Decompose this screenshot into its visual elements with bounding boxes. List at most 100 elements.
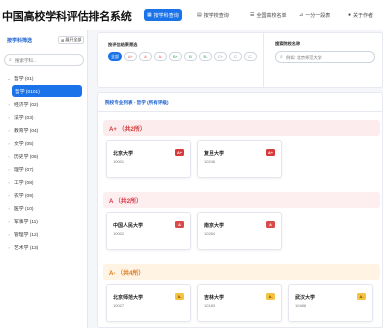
university-name: 中国人民大学 xyxy=(113,223,144,229)
grade-chip-c-plus[interactable]: C+ xyxy=(214,52,227,61)
university-name: 北京大学 xyxy=(113,151,134,157)
sidebar-item-law[interactable]: › 法学 (03) xyxy=(4,111,82,123)
sidebar-item-engineering[interactable]: › 工学 (08) xyxy=(4,176,82,188)
sidebar-item-label: 哲学 (01) xyxy=(14,76,34,82)
sidebar-item-label: 教育学 (04) xyxy=(14,128,39,134)
grade-chip-b-minus[interactable]: B- xyxy=(199,52,212,61)
sidebar-item-label: 文学 (05) xyxy=(14,141,34,147)
sidebar-item-management[interactable]: › 管理学 (12) xyxy=(4,228,82,240)
sidebar-item-literature[interactable]: › 文学 (05) xyxy=(4,137,82,149)
chevron-right-icon: › xyxy=(8,192,10,198)
chevron-right-icon: › xyxy=(8,218,10,224)
sidebar-subitem-philosophy-0101[interactable]: 哲学 (0101) xyxy=(12,85,82,97)
university-card[interactable]: 武汉大学 10486 A- xyxy=(288,284,373,322)
university-card[interactable]: 北京师范大学 10027 A- xyxy=(106,284,191,322)
results-title: 院校专业列表 - 哲学 (所有评级) xyxy=(105,100,169,105)
search-icon: ⌕ xyxy=(280,54,283,60)
chevron-right-icon: › xyxy=(8,140,10,146)
sidebar-item-label: 理学 (07) xyxy=(14,167,34,173)
sidebar-item-label: 经济学 (02) xyxy=(14,102,39,108)
university-code: 10001 xyxy=(113,159,125,164)
grade-badge: A+ xyxy=(175,149,184,156)
grade-chip-b-plus[interactable]: B+ xyxy=(169,52,182,61)
nav-school-list[interactable]: ☰ 全国高校名单 xyxy=(247,9,290,21)
sidebar-item-education[interactable]: › 教育学 (04) xyxy=(4,124,82,136)
university-name: 北京师范大学 xyxy=(113,295,144,301)
university-card[interactable]: 北京大学 10001 A+ xyxy=(106,140,191,178)
sidebar-item-philosophy[interactable]: ⌄ 哲学 (01) xyxy=(4,72,82,84)
university-code: 10486 xyxy=(295,303,307,308)
nav-label: 关于作者 xyxy=(353,12,374,19)
sidebar-item-label: 农学 (09) xyxy=(14,193,34,199)
sidebar-item-label: 医学 (10) xyxy=(14,206,34,212)
app-title: 中国高校学科评估排名系统 xyxy=(2,11,132,23)
search-icon: ⌕ xyxy=(9,57,12,63)
sidebar-heading: 按学科筛选 xyxy=(7,38,33,44)
nav-label: 全国高校名单 xyxy=(256,12,287,19)
nav-label: 按学校查询 xyxy=(203,12,229,19)
sidebar-item-medicine[interactable]: › 医学 (10) xyxy=(4,202,82,214)
sidebar-item-science[interactable]: › 理学 (07) xyxy=(4,163,82,175)
grade-filter-group: 全部 A+ A A- B+ B B- C+ C C- xyxy=(108,52,257,61)
grade-chip-all[interactable]: 全部 xyxy=(108,52,122,61)
results-panel: 院校专业列表 - 哲学 (所有评级) A+ （共2所） 北京大学 10001 A… xyxy=(97,92,383,328)
chevron-right-icon: › xyxy=(8,179,10,185)
chevron-right-icon: › xyxy=(8,231,10,237)
list-icon: ☰ xyxy=(250,12,255,18)
grade-chip-c[interactable]: C xyxy=(229,52,242,61)
grade-badge: A+ xyxy=(266,149,275,156)
nav-subject-query[interactable]: ▦ 按学科查询 xyxy=(144,9,182,21)
nav-about[interactable]: ● 关于作者 xyxy=(345,9,376,21)
nav-score-table[interactable]: ⊿ 一分一段表 xyxy=(296,9,333,21)
grade-group-heading-a-minus: A- （共4所） xyxy=(103,264,380,280)
university-card[interactable]: 南京大学 10284 A xyxy=(197,212,282,250)
university-card[interactable]: 复旦大学 10246 A+ xyxy=(197,140,282,178)
grade-badge: A- xyxy=(175,293,184,300)
chevron-right-icon: › xyxy=(8,101,10,107)
grade-chip-c-minus[interactable]: C- xyxy=(244,52,257,61)
sidebar-item-history[interactable]: › 历史学 (06) xyxy=(4,150,82,162)
user-icon: ● xyxy=(348,12,352,18)
university-code: 10027 xyxy=(113,303,125,308)
app-header: 中国高校学科评估排名系统 ▦ 按学科查询 ▤ 按学校查询 ☰ 全国高校名单 ⊿ … xyxy=(0,0,383,30)
university-card[interactable]: 吉林大学 10183 A- xyxy=(197,284,282,322)
filter-divider xyxy=(263,32,264,88)
nav-label: 按学科查询 xyxy=(153,12,179,19)
nav-label: 一分一段表 xyxy=(305,12,331,19)
grid-icon: ▦ xyxy=(147,12,152,18)
sidebar-item-arts[interactable]: › 艺术学 (13) xyxy=(4,241,82,253)
sidebar-item-label: 历史学 (06) xyxy=(14,154,39,160)
expand-all-button[interactable]: ⊞ 展开全部 xyxy=(58,36,85,44)
university-name: 南京大学 xyxy=(204,223,225,229)
grade-chip-a-minus[interactable]: A- xyxy=(154,52,167,61)
chevron-right-icon: › xyxy=(8,114,10,120)
subject-search[interactable]: ⌕ xyxy=(4,54,84,66)
grade-badge: A- xyxy=(266,293,275,300)
university-code: 10183 xyxy=(204,303,216,308)
grade-badge: A xyxy=(266,221,275,228)
grade-chip-a[interactable]: A xyxy=(139,52,152,61)
sidebar-item-label: 工学 (08) xyxy=(14,180,34,186)
school-search[interactable]: ⌕ xyxy=(275,51,375,63)
sidebar-item-label: 艺术学 (13) xyxy=(14,245,39,251)
results-divider xyxy=(98,111,382,112)
university-card[interactable]: 中国人民大学 10002 A xyxy=(106,212,191,250)
sidebar-item-military[interactable]: › 军事学 (11) xyxy=(4,215,82,227)
sidebar-item-economics[interactable]: › 经济学 (02) xyxy=(4,98,82,110)
sidebar-item-label: 哲学 (0101) xyxy=(15,89,40,95)
university-code: 10246 xyxy=(204,159,216,164)
nav-school-query[interactable]: ▤ 按学校查询 xyxy=(194,9,232,21)
subject-search-input[interactable] xyxy=(15,56,81,65)
expand-icon: ⊞ xyxy=(61,37,65,43)
school-search-input[interactable] xyxy=(286,53,372,62)
chevron-right-icon: › xyxy=(8,244,10,250)
building-icon: ▤ xyxy=(197,12,202,18)
grade-chip-b[interactable]: B xyxy=(184,52,197,61)
chevron-right-icon: › xyxy=(8,127,10,133)
grade-badge: A xyxy=(175,221,184,228)
grade-chip-a-plus[interactable]: A+ xyxy=(124,52,137,61)
sidebar-item-agriculture[interactable]: › 农学 (09) xyxy=(4,189,82,201)
grade-group-heading-a: A （共2所） xyxy=(103,192,380,208)
university-name: 武汉大学 xyxy=(295,295,316,301)
grade-badge: A- xyxy=(357,293,366,300)
